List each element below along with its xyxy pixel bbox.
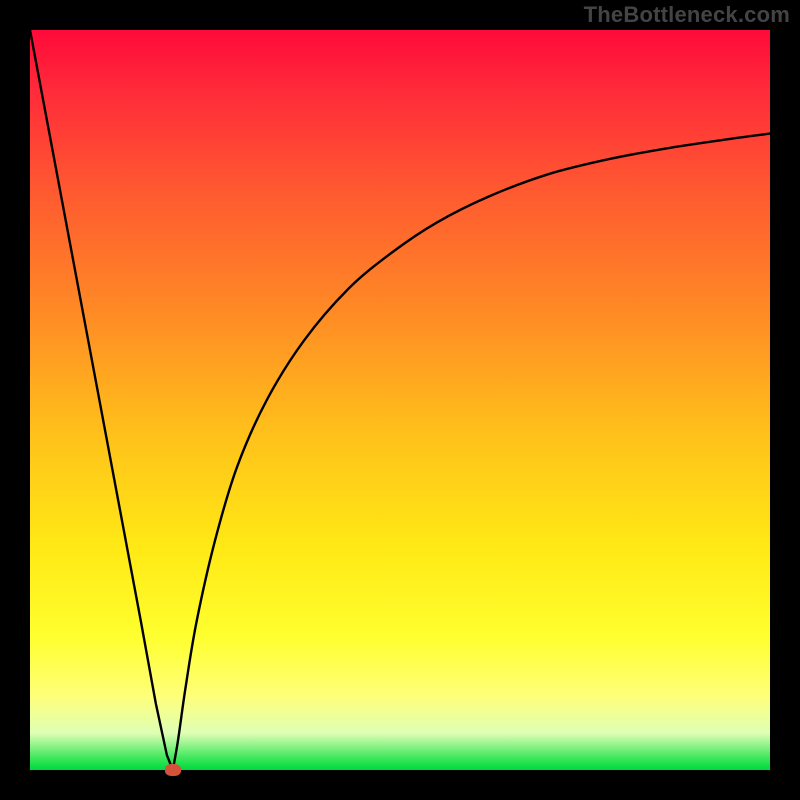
watermark-text: TheBottleneck.com: [584, 2, 790, 28]
chart-frame: TheBottleneck.com: [0, 0, 800, 800]
plot-area: [30, 30, 770, 770]
minimum-marker: [165, 764, 181, 776]
curve-svg: [30, 30, 770, 770]
curve-left-segment: [30, 30, 173, 770]
curve-right-segment: [173, 134, 770, 770]
